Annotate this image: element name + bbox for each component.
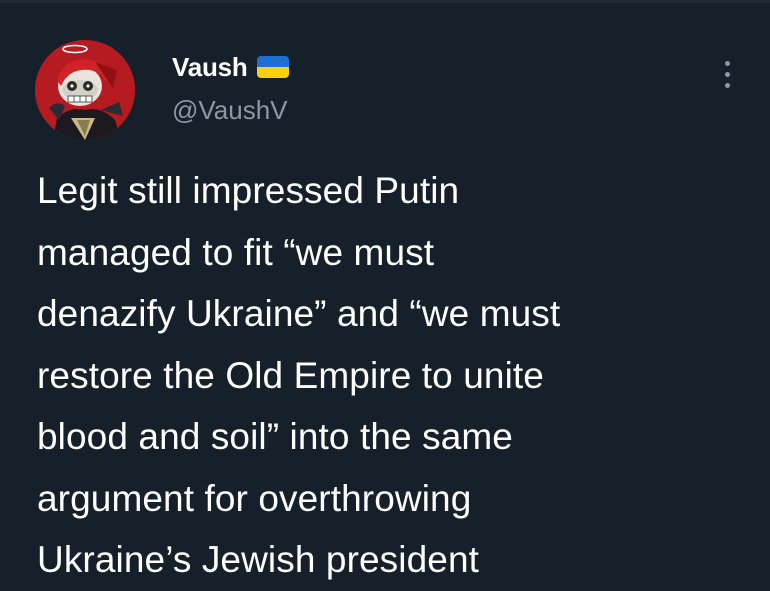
display-name-row[interactable]: Vaush: [172, 52, 289, 82]
more-options-button[interactable]: [714, 54, 740, 94]
more-vertical-icon-dot: [724, 71, 730, 77]
tweet-text: Legit still impressed Putin managed to f…: [37, 170, 561, 580]
more-vertical-icon-dot: [724, 82, 730, 88]
ukraine-flag-icon: [256, 56, 289, 78]
avatar-image: [35, 40, 135, 140]
tweet: Vaush @VaushV Legit still impressed Puti…: [0, 0, 770, 580]
more-vertical-icon: [724, 60, 730, 66]
display-name[interactable]: Vaush: [172, 52, 248, 82]
user-handle[interactable]: @VaushV: [172, 95, 289, 125]
avatar[interactable]: [35, 40, 135, 140]
author-block: Vaush @VaushV: [172, 52, 289, 125]
